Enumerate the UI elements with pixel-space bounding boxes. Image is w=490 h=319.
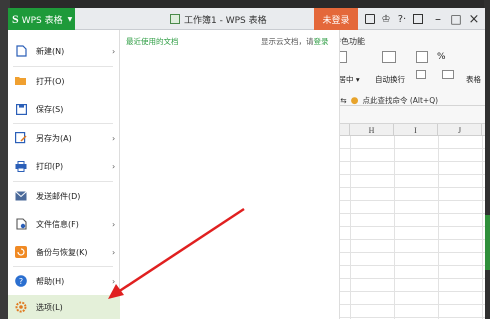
percent-style-button[interactable]: % [437, 52, 446, 62]
spreadsheet-grid[interactable]: H I J [340, 106, 485, 319]
save-as-icon [15, 132, 27, 144]
file-menu: 新建(N) › 打开(O) 保存(S) 另存为(A) › 打印(P) › 发送邮… [8, 30, 120, 319]
recent-documents-panel: 最近使用的文档 [120, 30, 340, 319]
recent-documents-title: 最近使用的文档 [126, 37, 179, 46]
menu-label-send-mail: 发送邮件(D) [36, 191, 81, 201]
menu-item-file-info[interactable]: 文件信息(F) › [8, 210, 120, 238]
menu-label-options: 选项(L) [36, 302, 63, 312]
menu-item-backup[interactable]: 备份与恢复(K) › [8, 238, 120, 266]
menu-item-save-as[interactable]: 另存为(A) › [8, 124, 120, 152]
menu-label-open: 打开(O) [36, 76, 65, 86]
menu-item-print[interactable]: 打印(P) › [8, 152, 120, 180]
menu-label-file-info: 文件信息(F) [36, 219, 79, 229]
cloud-login-prompt: 显示云文档，请登录 [261, 36, 329, 47]
column-header-i[interactable]: I [394, 124, 438, 136]
file-info-icon [15, 218, 27, 230]
login-link[interactable]: 登录 [314, 37, 329, 46]
shirt-icon[interactable]: ♔ [380, 12, 392, 26]
share-icon: ⇆ [340, 96, 347, 105]
cloud-login-text: 显示云文档，请 [261, 37, 314, 46]
menu-item-save[interactable]: 保存(S) [8, 95, 120, 123]
help-icon: ? [15, 275, 27, 287]
wps-logo-icon: S [12, 11, 19, 26]
document-title: 工作簿1 - WPS 表格 [170, 8, 267, 30]
menu-label-print: 打印(P) [36, 161, 64, 171]
mail-icon [15, 190, 27, 202]
column-header-row: H I J [340, 124, 485, 136]
close-button[interactable]: × [468, 12, 480, 27]
chevron-right-icon: › [112, 133, 116, 143]
column-header-partial[interactable] [340, 124, 350, 136]
menu-item-new[interactable]: 新建(N) › [8, 37, 120, 65]
print-icon [15, 160, 27, 172]
menu-item-help[interactable]: ? 帮助(H) › [8, 267, 120, 295]
lightbulb-icon: ● [350, 95, 359, 106]
login-button[interactable]: 未登录 [314, 8, 358, 30]
chevron-right-icon: › [112, 161, 116, 171]
menu-item-send-mail[interactable]: 发送邮件(D) [8, 182, 120, 210]
svg-text:?: ? [19, 277, 23, 286]
help-button[interactable]: ?· [394, 12, 410, 26]
command-search[interactable]: ⟳ ⇆ ● 点此查找命令 (Alt+Q) [330, 95, 438, 106]
maximize-button[interactable]: □ [450, 12, 462, 26]
menu-label-new: 新建(N) [36, 46, 65, 56]
spreadsheet-doc-icon [170, 14, 180, 24]
menu-item-options[interactable]: 选项(L) [8, 295, 120, 319]
menu-label-backup: 备份与恢复(K) [36, 247, 88, 257]
menu-label-help: 帮助(H) [36, 276, 65, 286]
skin-icon[interactable] [364, 12, 376, 26]
menu-label-save-as: 另存为(A) [36, 133, 72, 143]
new-file-icon [15, 45, 27, 57]
document-title-text: 工作簿1 - WPS 表格 [184, 15, 267, 26]
column-header-j[interactable]: J [438, 124, 482, 136]
grid-lines [340, 136, 485, 319]
chevron-right-icon: › [112, 219, 116, 229]
restore-layout-icon[interactable] [412, 12, 424, 26]
wrap-text-icon[interactable] [382, 51, 396, 63]
chevron-right-icon: › [112, 247, 116, 257]
open-folder-icon [15, 75, 27, 87]
options-gear-icon [15, 301, 27, 313]
menu-label-save: 保存(S) [36, 104, 64, 114]
wrap-text-button[interactable]: 自动换行 [375, 74, 405, 85]
currency-format-icon[interactable] [416, 51, 428, 63]
wps-window: S WPS 表格 ▼ 工作簿1 - WPS 表格 未登录 ♔ ?· – □ × … [8, 8, 485, 319]
chevron-right-icon: › [112, 46, 116, 56]
formula-bar[interactable] [340, 106, 485, 124]
table-style-button[interactable]: 表格 [466, 74, 481, 85]
title-bar: S WPS 表格 ▼ 工作簿1 - WPS 表格 未登录 ♔ ?· – □ × [8, 8, 485, 30]
wps-app-label: WPS 表格 [21, 15, 63, 26]
command-search-label: 点此查找命令 (Alt+Q) [362, 96, 439, 105]
chevron-right-icon: › [112, 276, 116, 286]
caret-down-icon: ▼ [67, 15, 73, 23]
menu-item-open[interactable]: 打开(O) [8, 67, 120, 95]
wps-app-menu-button[interactable]: S WPS 表格 ▼ [8, 8, 75, 30]
column-header-h[interactable]: H [350, 124, 394, 136]
decrease-decimal-icon[interactable] [442, 70, 454, 79]
save-icon [15, 103, 27, 115]
backup-icon [15, 246, 27, 258]
minimize-button[interactable]: – [432, 12, 444, 26]
increase-decimal-icon[interactable] [416, 70, 426, 79]
